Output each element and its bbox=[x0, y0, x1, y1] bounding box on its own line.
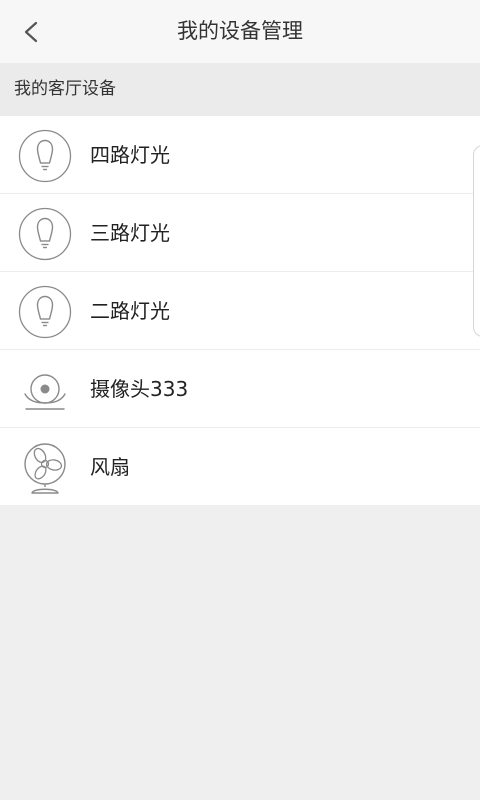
light-bulb-icon bbox=[18, 207, 72, 261]
device-row[interactable]: 摄像头333 bbox=[0, 350, 480, 428]
section-header: 我的客厅设备 bbox=[0, 63, 480, 116]
light-bulb-icon bbox=[18, 285, 72, 339]
device-label: 二路灯光 bbox=[90, 299, 170, 323]
device-label: 四路灯光 bbox=[90, 143, 170, 167]
device-label: 风扇 bbox=[90, 455, 130, 479]
device-row[interactable]: 四路灯光 bbox=[0, 116, 480, 194]
device-label: 摄像头333 bbox=[90, 377, 189, 401]
section-title: 我的客厅设备 bbox=[14, 79, 116, 99]
light-bulb-icon bbox=[18, 129, 72, 183]
device-list: 四路灯光 三路灯光 二路灯光 摄像头333 风扇 bbox=[0, 116, 480, 505]
top-bar: 我的设备管理 bbox=[0, 0, 480, 63]
side-drawer-handle[interactable] bbox=[473, 145, 480, 337]
device-row[interactable]: 二路灯光 bbox=[0, 272, 480, 350]
device-row[interactable]: 三路灯光 bbox=[0, 194, 480, 272]
device-row[interactable]: 风扇 bbox=[0, 428, 480, 505]
page-title: 我的设备管理 bbox=[177, 19, 303, 43]
camera-icon bbox=[24, 374, 66, 410]
fan-icon bbox=[24, 443, 66, 494]
device-label: 三路灯光 bbox=[90, 221, 170, 245]
